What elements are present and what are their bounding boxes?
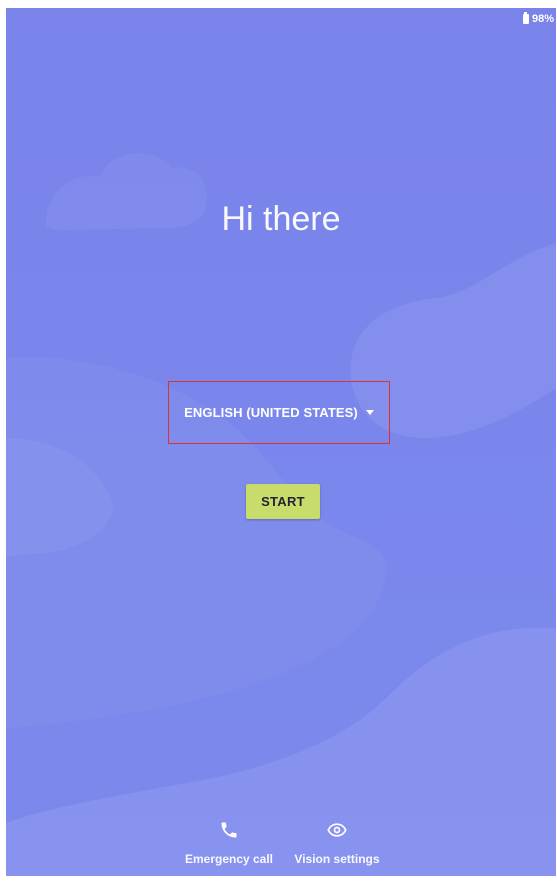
eye-icon: [327, 823, 347, 837]
status-bar: 98%: [522, 12, 554, 26]
language-selector[interactable]: ENGLISH (UNITED STATES): [168, 381, 390, 444]
setup-screen: 98% Hi there ENGLISH (UNITED STATES) STA…: [6, 8, 556, 876]
language-selected-label: ENGLISH (UNITED STATES): [184, 405, 358, 420]
vision-settings-button[interactable]: Vision settings: [292, 820, 382, 866]
battery-percent: 98%: [531, 13, 554, 25]
vision-settings-label: Vision settings: [294, 852, 380, 866]
emergency-call-button[interactable]: Emergency call: [182, 820, 276, 866]
dropdown-arrow-icon: [365, 410, 374, 415]
phone-icon: [221, 822, 237, 838]
emergency-call-label: Emergency call: [184, 852, 274, 866]
battery-icon: [522, 12, 529, 24]
start-button[interactable]: START: [246, 484, 320, 519]
welcome-title: Hi there: [221, 200, 341, 238]
